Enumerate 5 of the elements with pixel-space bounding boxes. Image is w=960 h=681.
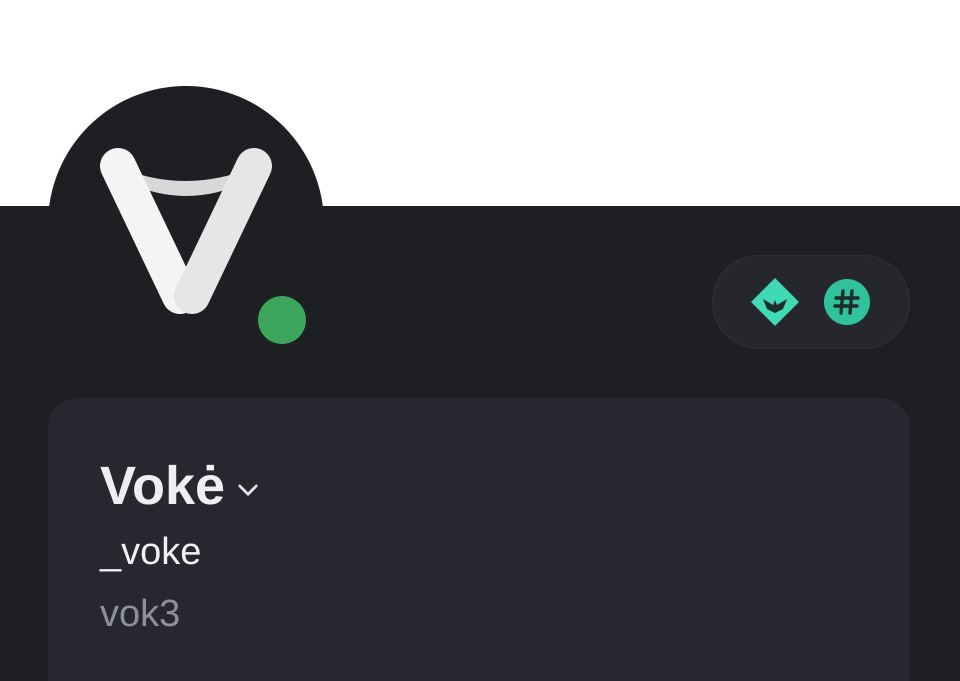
hashtag-badge-icon[interactable]: [823, 278, 871, 326]
pronouns: vok3: [100, 592, 182, 637]
display-name: Vokė: [100, 455, 226, 518]
chevron-icon[interactable]: [237, 482, 260, 498]
username: _voke: [100, 530, 202, 575]
